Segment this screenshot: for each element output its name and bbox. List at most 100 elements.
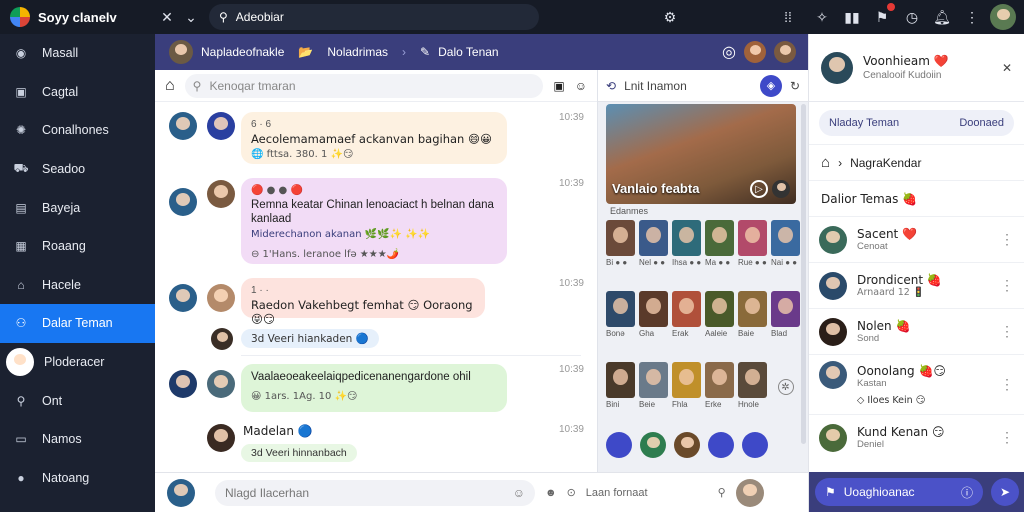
thumbnail[interactable] <box>639 220 668 256</box>
thumbnail[interactable] <box>606 362 635 398</box>
close-icon[interactable]: ✕ <box>155 5 179 29</box>
more-vertical-icon[interactable]: ⋮ <box>960 5 984 29</box>
recipient-avatar[interactable] <box>207 370 235 398</box>
sender-avatar[interactable] <box>169 284 197 312</box>
thumbnail[interactable] <box>705 220 734 256</box>
footer-action-button[interactable]: ⚑ Uoaghioanac ⓘ <box>815 478 983 506</box>
friends-breadcrumb[interactable]: ⌂ › NagraKendar <box>809 144 1024 180</box>
sender-avatar[interactable] <box>169 370 197 398</box>
thumbnail[interactable] <box>672 220 701 256</box>
composer-right-avatar[interactable] <box>735 478 764 507</box>
feature-image[interactable]: Vanlaio feabta ▷ <box>606 104 796 204</box>
friend-item[interactable]: Nolen 🍓 Sond ⋮ <box>809 308 1024 354</box>
layout-icon[interactable]: ▣ <box>553 79 564 93</box>
thumbnail[interactable] <box>738 291 767 327</box>
bell-icon[interactable]: 🔔︎ <box>930 5 954 29</box>
sidebar-item-hacele[interactable]: ⌂ Hacele <box>0 266 155 305</box>
sender-avatar[interactable] <box>207 424 235 452</box>
sidebar-item-roaang[interactable]: ▦ Roaang <box>0 227 155 266</box>
friend-item[interactable]: Sacent ❤️ Cenoat ⋮ <box>809 216 1024 262</box>
brand[interactable]: Soyy clanelv <box>0 7 155 27</box>
grid-dots-icon[interactable]: ⁞⁞ <box>776 5 800 29</box>
sidebar-item-namos[interactable]: ▭ Namos <box>0 420 155 459</box>
friend-item[interactable]: Drondicent 🍓 Arnaard 12 🚦 ⋮ <box>809 262 1024 308</box>
more-vertical-icon[interactable]: ⋮ <box>1000 376 1014 393</box>
target-icon[interactable]: ◎ <box>722 42 736 62</box>
sidebar-item-natoang[interactable]: ● Natoang <box>0 459 155 498</box>
library-icon[interactable]: ▮▮ <box>840 5 864 29</box>
message-bubble[interactable]: Vaalaeoeakeelaiqpedicenanengardone ohil … <box>241 364 507 412</box>
sidebar-item-bayeja[interactable]: ▤ Bayeja <box>0 188 155 227</box>
media-action-3[interactable] <box>674 432 700 458</box>
sender-avatar[interactable] <box>169 112 197 140</box>
play-icon[interactable]: ▷ <box>750 180 768 198</box>
flag-notification-icon[interactable]: ⚑ <box>870 3 895 29</box>
link-icon[interactable]: ⟲ <box>606 79 616 93</box>
sidebar-item-ploderacer[interactable]: Ploderacer <box>0 343 155 382</box>
recipient-avatar[interactable] <box>207 284 235 312</box>
breadcrumb-3[interactable]: Dalo Tenan <box>438 45 499 59</box>
friend-item[interactable]: Kund Kenan 😏 Deniel ⋮ <box>809 414 1024 460</box>
close-icon[interactable]: ✕ <box>1002 61 1012 75</box>
message-bubble[interactable]: 6 · 6 Aecolemamamaef ackanvan bagihan 😄😀… <box>241 112 507 164</box>
format-label[interactable]: Laan fornaat <box>586 487 648 499</box>
thumbnail[interactable] <box>672 362 701 398</box>
more-vertical-icon[interactable]: ⋮ <box>1000 323 1014 340</box>
header-avatar-2[interactable] <box>774 41 796 63</box>
sidebar-item-dalar-teman[interactable]: ⚇ Dalar Teman <box>0 304 155 343</box>
history-icon[interactable]: ◷ <box>900 5 924 29</box>
emoji-icon[interactable]: ☺ <box>513 486 525 500</box>
composer-avatar[interactable] <box>167 478 195 507</box>
tab-doonaed[interactable]: Doonaed <box>959 117 1004 129</box>
thumbnail[interactable] <box>639 362 668 398</box>
breadcrumb-2[interactable]: Noladrimas <box>327 45 388 59</box>
more-vertical-icon[interactable]: ⋮ <box>1000 429 1014 446</box>
message-bubble[interactable]: 🔴 ● ● 🔴 Remna keatar Chinan lenoaciact h… <box>241 178 507 264</box>
settings-icon[interactable]: ⚙ <box>658 5 682 29</box>
header-avatar-1[interactable] <box>744 41 766 63</box>
thumbnail[interactable] <box>705 362 734 398</box>
message-bubble[interactable]: 1 · · Raedon Vakehbegt femhat 😏 Ooraong … <box>241 278 485 326</box>
sidebar-item-cagtal[interactable]: ▣ Cagtal <box>0 73 155 112</box>
more-vertical-icon[interactable]: ⋮ <box>1000 231 1014 248</box>
recipient-avatar[interactable] <box>207 180 235 208</box>
profile-avatar[interactable] <box>990 4 1016 30</box>
emoji-icon[interactable]: ☺ <box>575 79 587 93</box>
home-icon[interactable]: ⌂ <box>165 77 175 95</box>
sidebar-item-conalhones[interactable]: ✺ Conalhones <box>0 111 155 150</box>
reply-avatar[interactable] <box>211 328 233 350</box>
sticker-icon[interactable]: ☻ <box>545 487 557 499</box>
add-more-icon[interactable]: ✲ <box>777 379 794 395</box>
thumbnail[interactable] <box>738 362 767 398</box>
search-icon[interactable]: ⚲ <box>718 486 726 499</box>
chevron-down-icon[interactable]: ⌄ <box>179 5 203 29</box>
more-vertical-icon[interactable]: ⋮ <box>1000 277 1014 294</box>
media-action-4[interactable] <box>708 432 734 458</box>
puzzle-icon[interactable]: ✧ <box>810 5 834 29</box>
sidebar-item-ont[interactable]: ⚲ Ont <box>0 381 155 420</box>
user-avatar[interactable] <box>821 51 853 84</box>
dollar-icon[interactable]: ⊙ <box>567 486 576 499</box>
breadcrumb-1[interactable]: Napladeofnakle <box>201 45 284 59</box>
reply-pill[interactable]: 3d Veeri hiankaden 🔵 <box>241 329 379 348</box>
reply-pill[interactable]: 3d Veeri hinnanbach <box>241 444 357 462</box>
media-action-1[interactable] <box>606 432 632 458</box>
refresh-icon[interactable]: ↻ <box>790 79 800 93</box>
thumbnail[interactable] <box>639 291 668 327</box>
thumbnail[interactable] <box>606 291 635 327</box>
friend-item[interactable]: Oonolang 🍓😏 Kastan ◇ Iloes Kein 😏 ⋮ <box>809 354 1024 414</box>
shield-icon[interactable]: ◈ <box>759 74 782 97</box>
media-action-2[interactable] <box>640 432 666 458</box>
recipient-avatar[interactable] <box>207 112 235 140</box>
send-icon[interactable]: ➤ <box>991 478 1019 506</box>
sidebar-item-masall[interactable]: ◉ Masall <box>0 34 155 73</box>
tab-nladay-teman[interactable]: Nladay Teman <box>829 117 899 129</box>
thumbnail[interactable] <box>771 291 800 327</box>
search-input[interactable]: Adeobiar <box>236 10 284 24</box>
sender-avatar[interactable] <box>169 188 197 216</box>
media-action-5[interactable] <box>742 432 768 458</box>
chat-avatar[interactable] <box>169 40 193 64</box>
message-input[interactable]: Nlagd Ilacerhan ☺ <box>215 479 535 506</box>
chat-search-input[interactable]: ⚲ Kenoqar tmaran <box>184 73 544 98</box>
thumbnail[interactable] <box>705 291 734 327</box>
